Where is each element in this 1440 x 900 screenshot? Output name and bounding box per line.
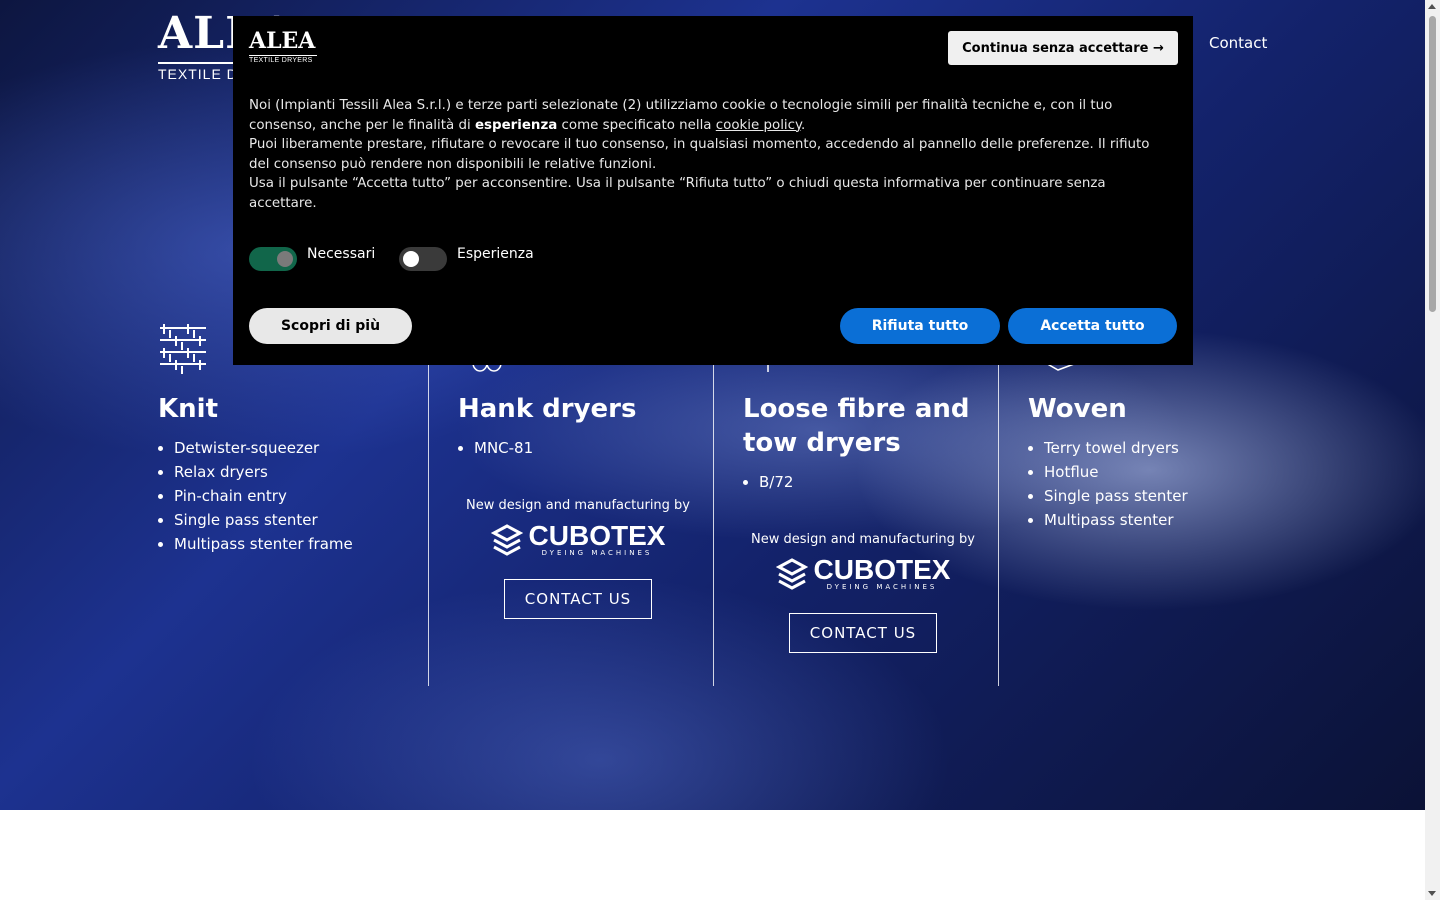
buttons-info: Usa il pulsante “Accetta tutto” per acco… [249, 176, 1106, 211]
cubotex-cube-icon [775, 558, 808, 590]
cubotex-logo[interactable]: CUBOTEX DYEING MACHINES [458, 520, 698, 557]
consent-info: Puoi liberamente prestare, rifiutare o r… [249, 137, 1150, 172]
brand-name: CUBOTEX [528, 520, 666, 551]
necessari-toggle[interactable] [249, 247, 297, 271]
column-woven: Woven Terry towel dryers Hotflue Single … [1028, 392, 1268, 532]
scrollbar-thumb[interactable] [1429, 16, 1436, 312]
partner-note: New design and manufacturing by [466, 498, 690, 513]
reject-all-button[interactable]: Rifiuta tutto [840, 308, 1000, 344]
knit-pattern-icon [160, 324, 206, 374]
column-divider [713, 355, 714, 686]
contact-us-button[interactable]: CONTACT US [789, 613, 937, 653]
logo-title: ALEA [249, 28, 316, 54]
cubotex-logo[interactable]: CUBOTEX DYEING MACHINES [743, 554, 983, 591]
scroll-up-icon[interactable] [1428, 4, 1436, 9]
list-item[interactable]: Single pass stenter [1044, 484, 1268, 508]
partner-note: New design and manufacturing by [751, 532, 975, 547]
list-item[interactable]: Multipass stenter [1044, 508, 1268, 532]
list-item[interactable]: B/72 [759, 470, 983, 494]
list-item[interactable]: Detwister-squeezer [174, 436, 418, 460]
toggle-necessari: Necessari [249, 246, 375, 271]
product-list: MNC-81 [458, 436, 698, 460]
cookie-notice-text: Noi (Impianti Tessili Alea S.r.l.) e ter… [249, 98, 1150, 211]
logo-underline [249, 55, 317, 56]
scroll-down-icon[interactable] [1428, 891, 1436, 896]
product-list: Detwister-squeezer Relax dryers Pin-chai… [158, 436, 418, 556]
column-title: Loose fibre and tow dryers [743, 394, 970, 458]
column-knit: Knit Detwister-squeezer Relax dryers Pin… [158, 392, 418, 556]
list-item[interactable]: Pin-chain entry [174, 484, 418, 508]
column-title: Knit [158, 394, 218, 424]
list-item[interactable]: MNC-81 [474, 436, 698, 460]
brand-tagline: DYEING MACHINES [826, 583, 938, 591]
list-item[interactable]: Terry towel dryers [1044, 436, 1268, 460]
toggle-label: Esperienza [457, 246, 534, 262]
brand-name: CUBOTEX [813, 554, 951, 585]
column-title: Hank dryers [458, 394, 637, 424]
contact-us-button[interactable]: CONTACT US [504, 579, 652, 619]
purpose-experience: esperienza [474, 117, 558, 133]
list-item[interactable]: Multipass stenter frame [174, 532, 418, 556]
page-scrollbar[interactable] [1425, 0, 1440, 900]
column-title: Woven [1028, 394, 1127, 424]
page-bottom [0, 810, 1425, 900]
logo-subtitle: TEXTILE DRYERS [249, 57, 313, 64]
column-hank-dryers: Hank dryers MNC-81 New design and manufa… [458, 392, 698, 619]
toggle-label: Necessari [307, 246, 376, 262]
column-divider [998, 355, 999, 686]
product-list: Terry towel dryers Hotflue Single pass s… [1028, 436, 1268, 532]
cookie-policy-link[interactable]: cookie policy [716, 118, 801, 133]
cookie-dialog-logo: ALEA TEXTILE DRYERS [249, 28, 317, 64]
list-item[interactable]: Hotflue [1044, 460, 1268, 484]
esperienza-toggle[interactable] [399, 247, 447, 271]
accept-all-button[interactable]: Accetta tutto [1008, 308, 1177, 344]
list-item[interactable]: Relax dryers [174, 460, 418, 484]
toggle-esperienza: Esperienza [399, 246, 534, 271]
column-divider [428, 355, 429, 686]
continue-without-accepting-button[interactable]: Continua senza accettare → [948, 31, 1178, 65]
learn-more-button[interactable]: Scopri di più [249, 308, 412, 344]
brand-tagline: DYEING MACHINES [541, 549, 653, 557]
list-item[interactable]: Single pass stenter [174, 508, 418, 532]
cookie-consent-dialog: ALEA TEXTILE DRYERS Continua senza accet… [233, 16, 1193, 365]
nav-contact-link[interactable]: Contact [1209, 34, 1267, 52]
column-loose-fibre: Loose fibre andtow dryers B/72 New desig… [743, 392, 983, 653]
product-list: B/72 [743, 470, 983, 494]
cubotex-cube-icon [490, 524, 523, 556]
